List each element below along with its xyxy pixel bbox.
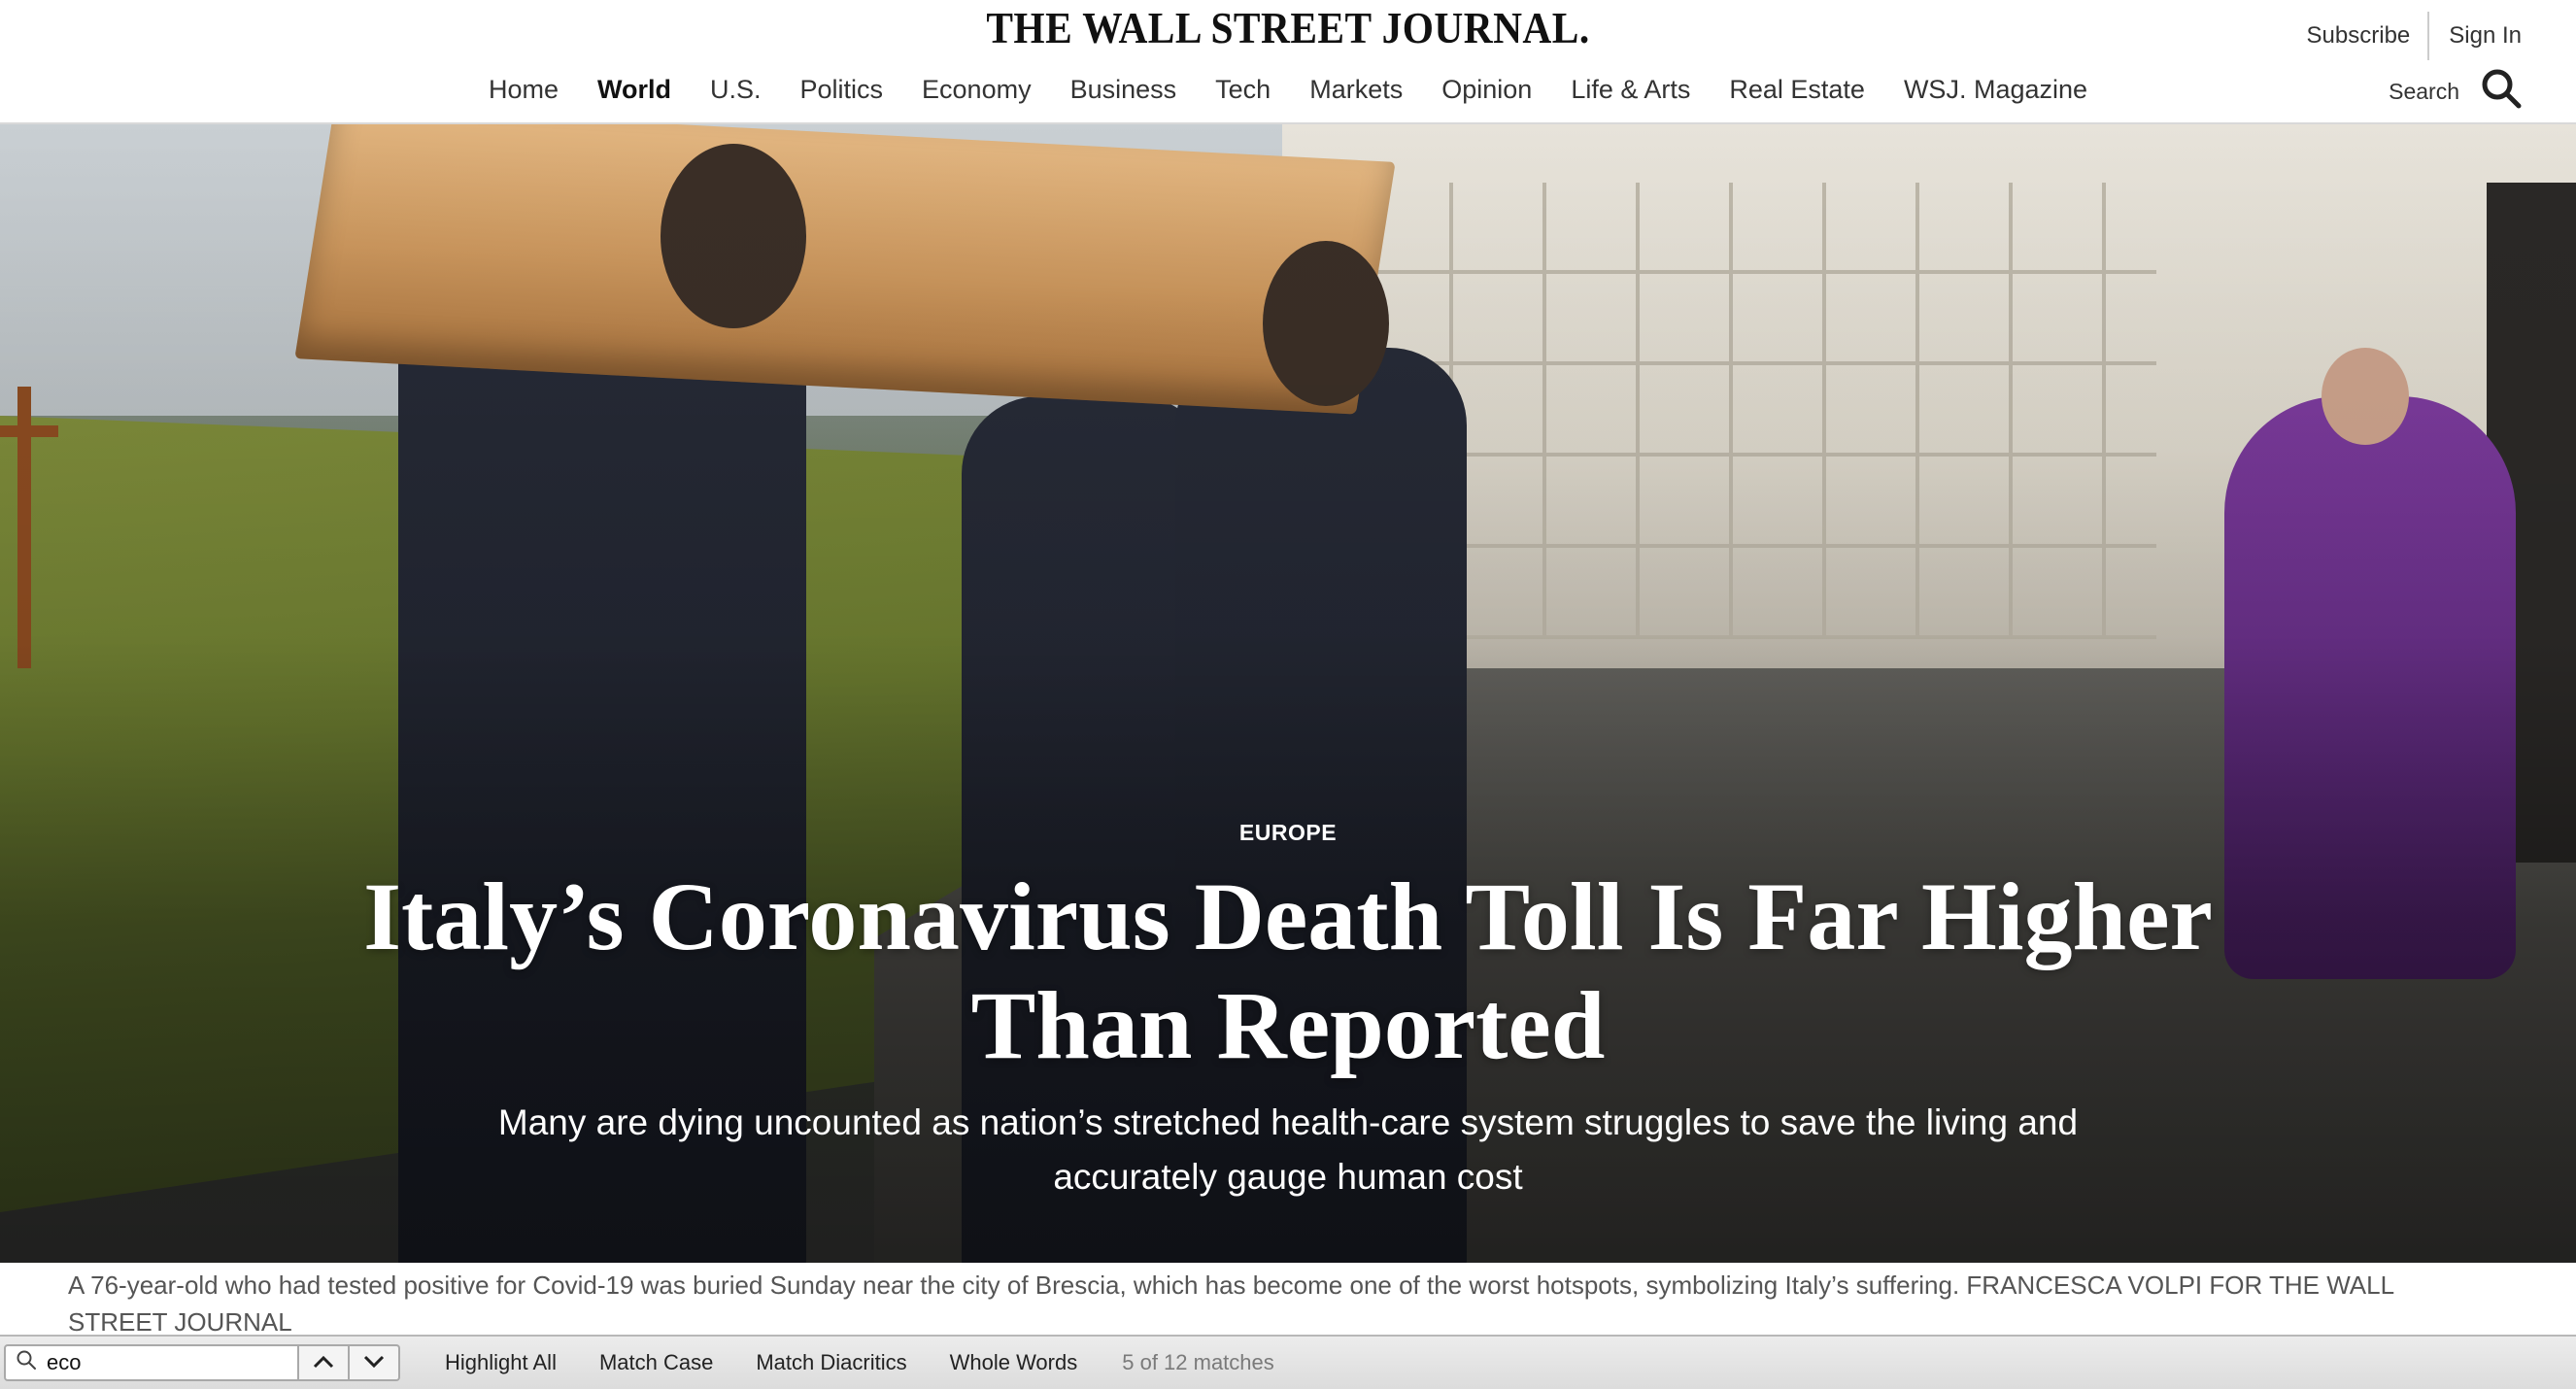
find-input[interactable] [45,1349,282,1376]
match-case-toggle[interactable]: Match Case [599,1350,713,1375]
section-nav: Home World U.S. Politics Economy Busines… [0,70,2576,109]
account-links: Subscribe Sign In [2307,12,2522,60]
account-divider [2427,12,2430,60]
site-header: THE WALL STREET JOURNAL. Subscribe Sign … [0,0,2576,124]
nav-item-real-estate[interactable]: Real Estate [1729,75,1865,105]
nav-item-economy[interactable]: Economy [922,75,1032,105]
search-icon [2481,68,2522,115]
article-headline[interactable]: Italy’s Coronavirus Death Toll Is Far Hi… [317,863,2259,1080]
sign-in-link[interactable]: Sign In [2449,22,2522,50]
nav-item-world[interactable]: World [597,75,671,105]
whole-words-toggle[interactable]: Whole Words [950,1350,1078,1375]
find-field[interactable] [4,1344,299,1381]
nav-item-us[interactable]: U.S. [710,75,762,105]
search-label: Search [2389,78,2459,104]
magnifier-icon [16,1349,37,1376]
match-diacritics-toggle[interactable]: Match Diacritics [756,1350,906,1375]
section-flag[interactable]: EUROPE [0,820,2576,846]
nav-item-politics[interactable]: Politics [800,75,884,105]
nav-item-markets[interactable]: Markets [1309,75,1403,105]
subscribe-link[interactable]: Subscribe [2307,22,2411,50]
nav-item-opinion[interactable]: Opinion [1441,75,1532,105]
hero-text-overlay: EUROPE Italy’s Coronavirus Death Toll Is… [0,124,2576,1263]
photo-caption: A 76-year-old who had tested positive fo… [68,1270,2394,1333]
masthead-logo[interactable]: THE WALL STREET JOURNAL. [129,2,2448,53]
hero-photo[interactable]: EUROPE Italy’s Coronavirus Death Toll Is… [0,124,2576,1263]
chevron-up-icon [312,1350,335,1375]
nav-item-wsj-magazine[interactable]: WSJ. Magazine [1904,75,2087,105]
search-button[interactable]: Search [2389,68,2522,115]
nav-item-home[interactable]: Home [489,75,559,105]
highlight-all-toggle[interactable]: Highlight All [445,1350,557,1375]
article-dek: Many are dying uncounted as nation’s str… [497,1102,2079,1197]
nav-item-business[interactable]: Business [1070,75,1177,105]
nav-item-tech[interactable]: Tech [1215,75,1271,105]
match-count: 5 of 12 matches [1122,1350,1274,1374]
find-previous-button[interactable] [299,1344,350,1381]
find-next-button[interactable] [350,1344,400,1381]
chevron-down-icon [362,1350,386,1375]
nav-item-life-arts[interactable]: Life & Arts [1571,75,1690,105]
find-bar: Highlight All Match Case Match Diacritic… [0,1335,2576,1389]
